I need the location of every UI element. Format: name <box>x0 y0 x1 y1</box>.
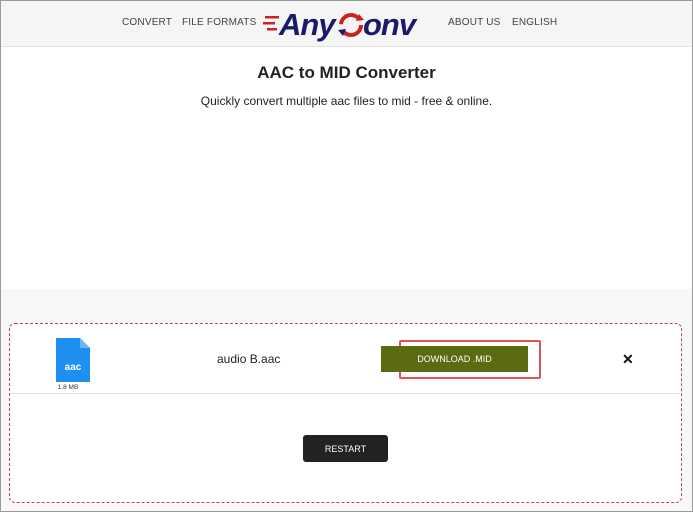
browser-page: CONVERT FILE FORMATS Any onv ABOUT US EN… <box>0 0 693 512</box>
top-navigation-bar: CONVERT FILE FORMATS Any onv ABOUT US EN… <box>1 1 692 47</box>
file-panel: aac 1.8 MB audio B.aac DOWNLOAD .MID ✕ R… <box>9 323 682 503</box>
page-title: AAC to MID Converter <box>257 63 436 82</box>
file-row: aac 1.8 MB audio B.aac DOWNLOAD .MID ✕ <box>10 324 681 394</box>
svg-text:onv: onv <box>363 7 418 42</box>
file-aac-icon: aac <box>56 338 90 382</box>
page-subtitle: Quickly convert multiple aac files to mi… <box>200 94 493 108</box>
file-name: audio B.aac <box>217 352 281 366</box>
nav-about-us[interactable]: ABOUT US <box>448 17 501 28</box>
file-type-label: aac <box>64 362 82 373</box>
svg-text:Any: Any <box>278 7 337 42</box>
close-icon[interactable]: ✕ <box>622 351 634 368</box>
file-size: 1.8 MB <box>57 384 79 391</box>
anyconv-logo-icon: Any onv <box>263 7 419 42</box>
anyconv-logo[interactable]: Any onv <box>263 4 425 44</box>
restart-button[interactable]: RESTART <box>303 435 388 462</box>
nav-language-english[interactable]: ENGLISH <box>512 17 557 28</box>
main-content: AAC to MID Converter Quickly convert mul… <box>1 47 692 289</box>
download-mid-button[interactable]: DOWNLOAD .MID <box>381 346 528 372</box>
nav-file-formats[interactable]: FILE FORMATS <box>182 17 256 28</box>
nav-convert[interactable]: CONVERT <box>122 17 172 28</box>
